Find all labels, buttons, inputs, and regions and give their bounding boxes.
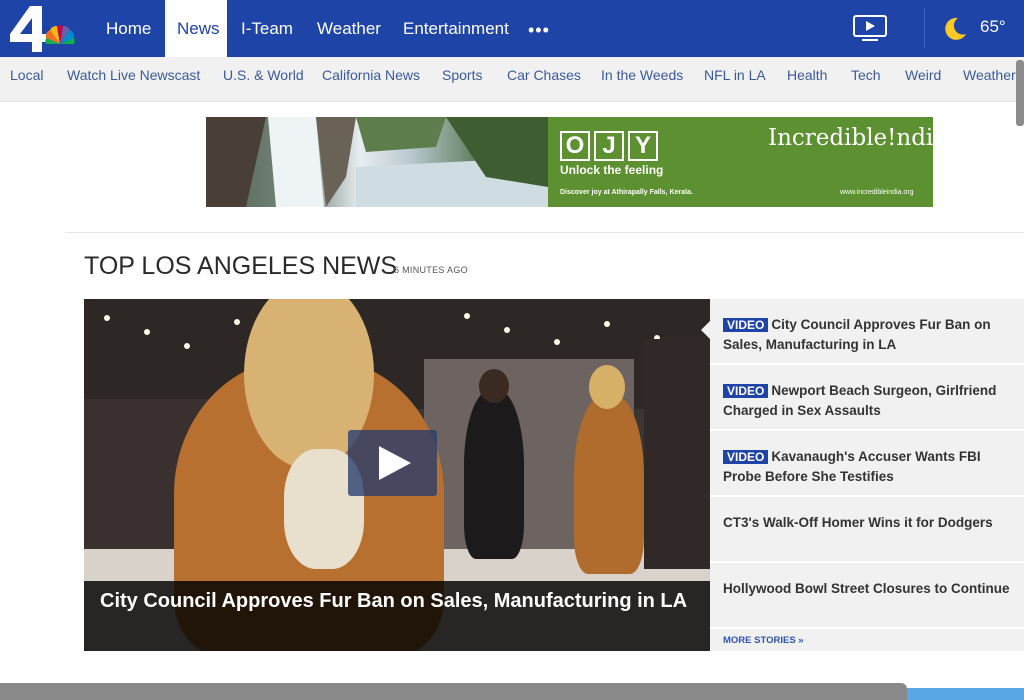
ceiling-light [104,315,110,321]
ad-waterfall-image [206,117,548,207]
ad-banner[interactable]: O J Y Unlock the feeling Discover joy at… [206,117,933,207]
ad-tagline: Unlock the feeling [560,163,664,177]
ad-small-text: Discover joy at Athirapally Falls, Keral… [560,189,693,196]
section-divider [66,232,1024,233]
ceiling-light [464,313,470,319]
person-head [479,369,509,403]
bottom-banner-accent [907,688,1024,700]
subnav-weird[interactable]: Weird [905,57,941,102]
ad-url: www.incredibleindia.org [840,189,914,196]
person-fur-coat [574,394,644,574]
top-nav-bar: Home News I-Team Weather Entertainment •… [0,0,1024,57]
story-item[interactable]: VIDEO City Council Approves Fur Ban on Sa… [701,299,1024,365]
person-head [589,365,625,409]
nav-home[interactable]: Home [94,0,163,57]
ad-letter-y: Y [628,131,658,161]
more-menu-icon[interactable]: ••• [528,0,550,57]
story-title[interactable]: CT3's Walk-Off Homer Wins it for Dodgers [723,515,993,530]
page-scrollbar[interactable] [1016,60,1024,126]
play-button[interactable] [348,430,437,496]
ceiling-light [144,329,150,335]
ad-letter-o: O [560,131,590,161]
story-item[interactable]: CT3's Walk-Off Homer Wins it for Dodgers [710,497,1024,563]
subnav-health[interactable]: Health [787,57,827,102]
subnav-us-world[interactable]: U.S. & World [223,57,304,102]
video-badge: VIDEO [723,384,769,398]
subnav-tech[interactable]: Tech [851,57,881,102]
person-dark-coat [464,389,524,559]
story-list: VIDEO City Council Approves Fur Ban on Sa… [701,299,1024,651]
hero-caption[interactable]: City Council Approves Fur Ban on Sales, … [84,581,710,651]
story-title[interactable]: Hollywood Bowl Street Closures to Contin… [723,581,1010,596]
subnav-california[interactable]: California News [322,57,420,102]
more-stories-link[interactable]: MORE STORIES » [723,635,804,646]
ceiling-light [504,327,510,333]
subnav-watch-live[interactable]: Watch Live Newscast [67,57,200,102]
story-item[interactable]: VIDEO Kavanaugh's Accuser Wants FBI Probe… [710,431,1024,497]
nav-i-team[interactable]: I-Team [229,0,305,57]
temperature-readout[interactable]: 65° [980,17,1006,37]
nav-news[interactable]: News [165,0,227,57]
ad-letter-j: J [594,131,624,161]
story-item[interactable]: Hollywood Bowl Street Closures to Contin… [710,563,1024,629]
subnav-in-the-weeds[interactable]: In the Weeds [601,57,683,102]
nav-entertainment[interactable]: Entertainment [391,0,521,57]
video-badge: VIDEO [723,450,769,464]
hero-video[interactable]: City Council Approves Fur Ban on Sales, … [84,299,710,651]
nav-weather[interactable]: Weather [305,0,393,57]
ad-text-panel: O J Y Unlock the feeling Discover joy at… [548,117,933,207]
horizontal-scrollbar[interactable] [0,683,907,700]
subnav-sports[interactable]: Sports [442,57,482,102]
ceiling-light [184,343,190,349]
nbc4-logo[interactable] [8,4,80,54]
subnav-weather[interactable]: Weather [963,57,1016,102]
ceiling-light [234,319,240,325]
nav-divider [924,8,925,48]
section-title[interactable]: TOP LOS ANGELES NEWS [84,252,397,281]
story-item[interactable]: VIDEO Newport Beach Surgeon, Girlfriend C… [710,365,1024,431]
active-story-arrow [701,321,710,339]
ceiling-light [604,321,610,327]
subnav-car-chases[interactable]: Car Chases [507,57,581,102]
hero-caption-text[interactable]: City Council Approves Fur Ban on Sales, … [100,590,687,612]
ad-brand: Incredible!ndia [768,125,933,151]
section-timestamp: 6 MINUTES AGO [394,265,468,275]
live-tv-icon[interactable] [852,14,888,42]
ceiling-light [554,339,560,345]
subnav-local[interactable]: Local [10,57,43,102]
moon-icon[interactable] [942,16,968,42]
sub-nav-bar: Local Watch Live Newscast U.S. & World C… [0,57,1024,102]
clothes-rack [644,339,710,569]
subnav-nfl-in-la[interactable]: NFL in LA [704,57,766,102]
video-badge: VIDEO [723,318,769,332]
